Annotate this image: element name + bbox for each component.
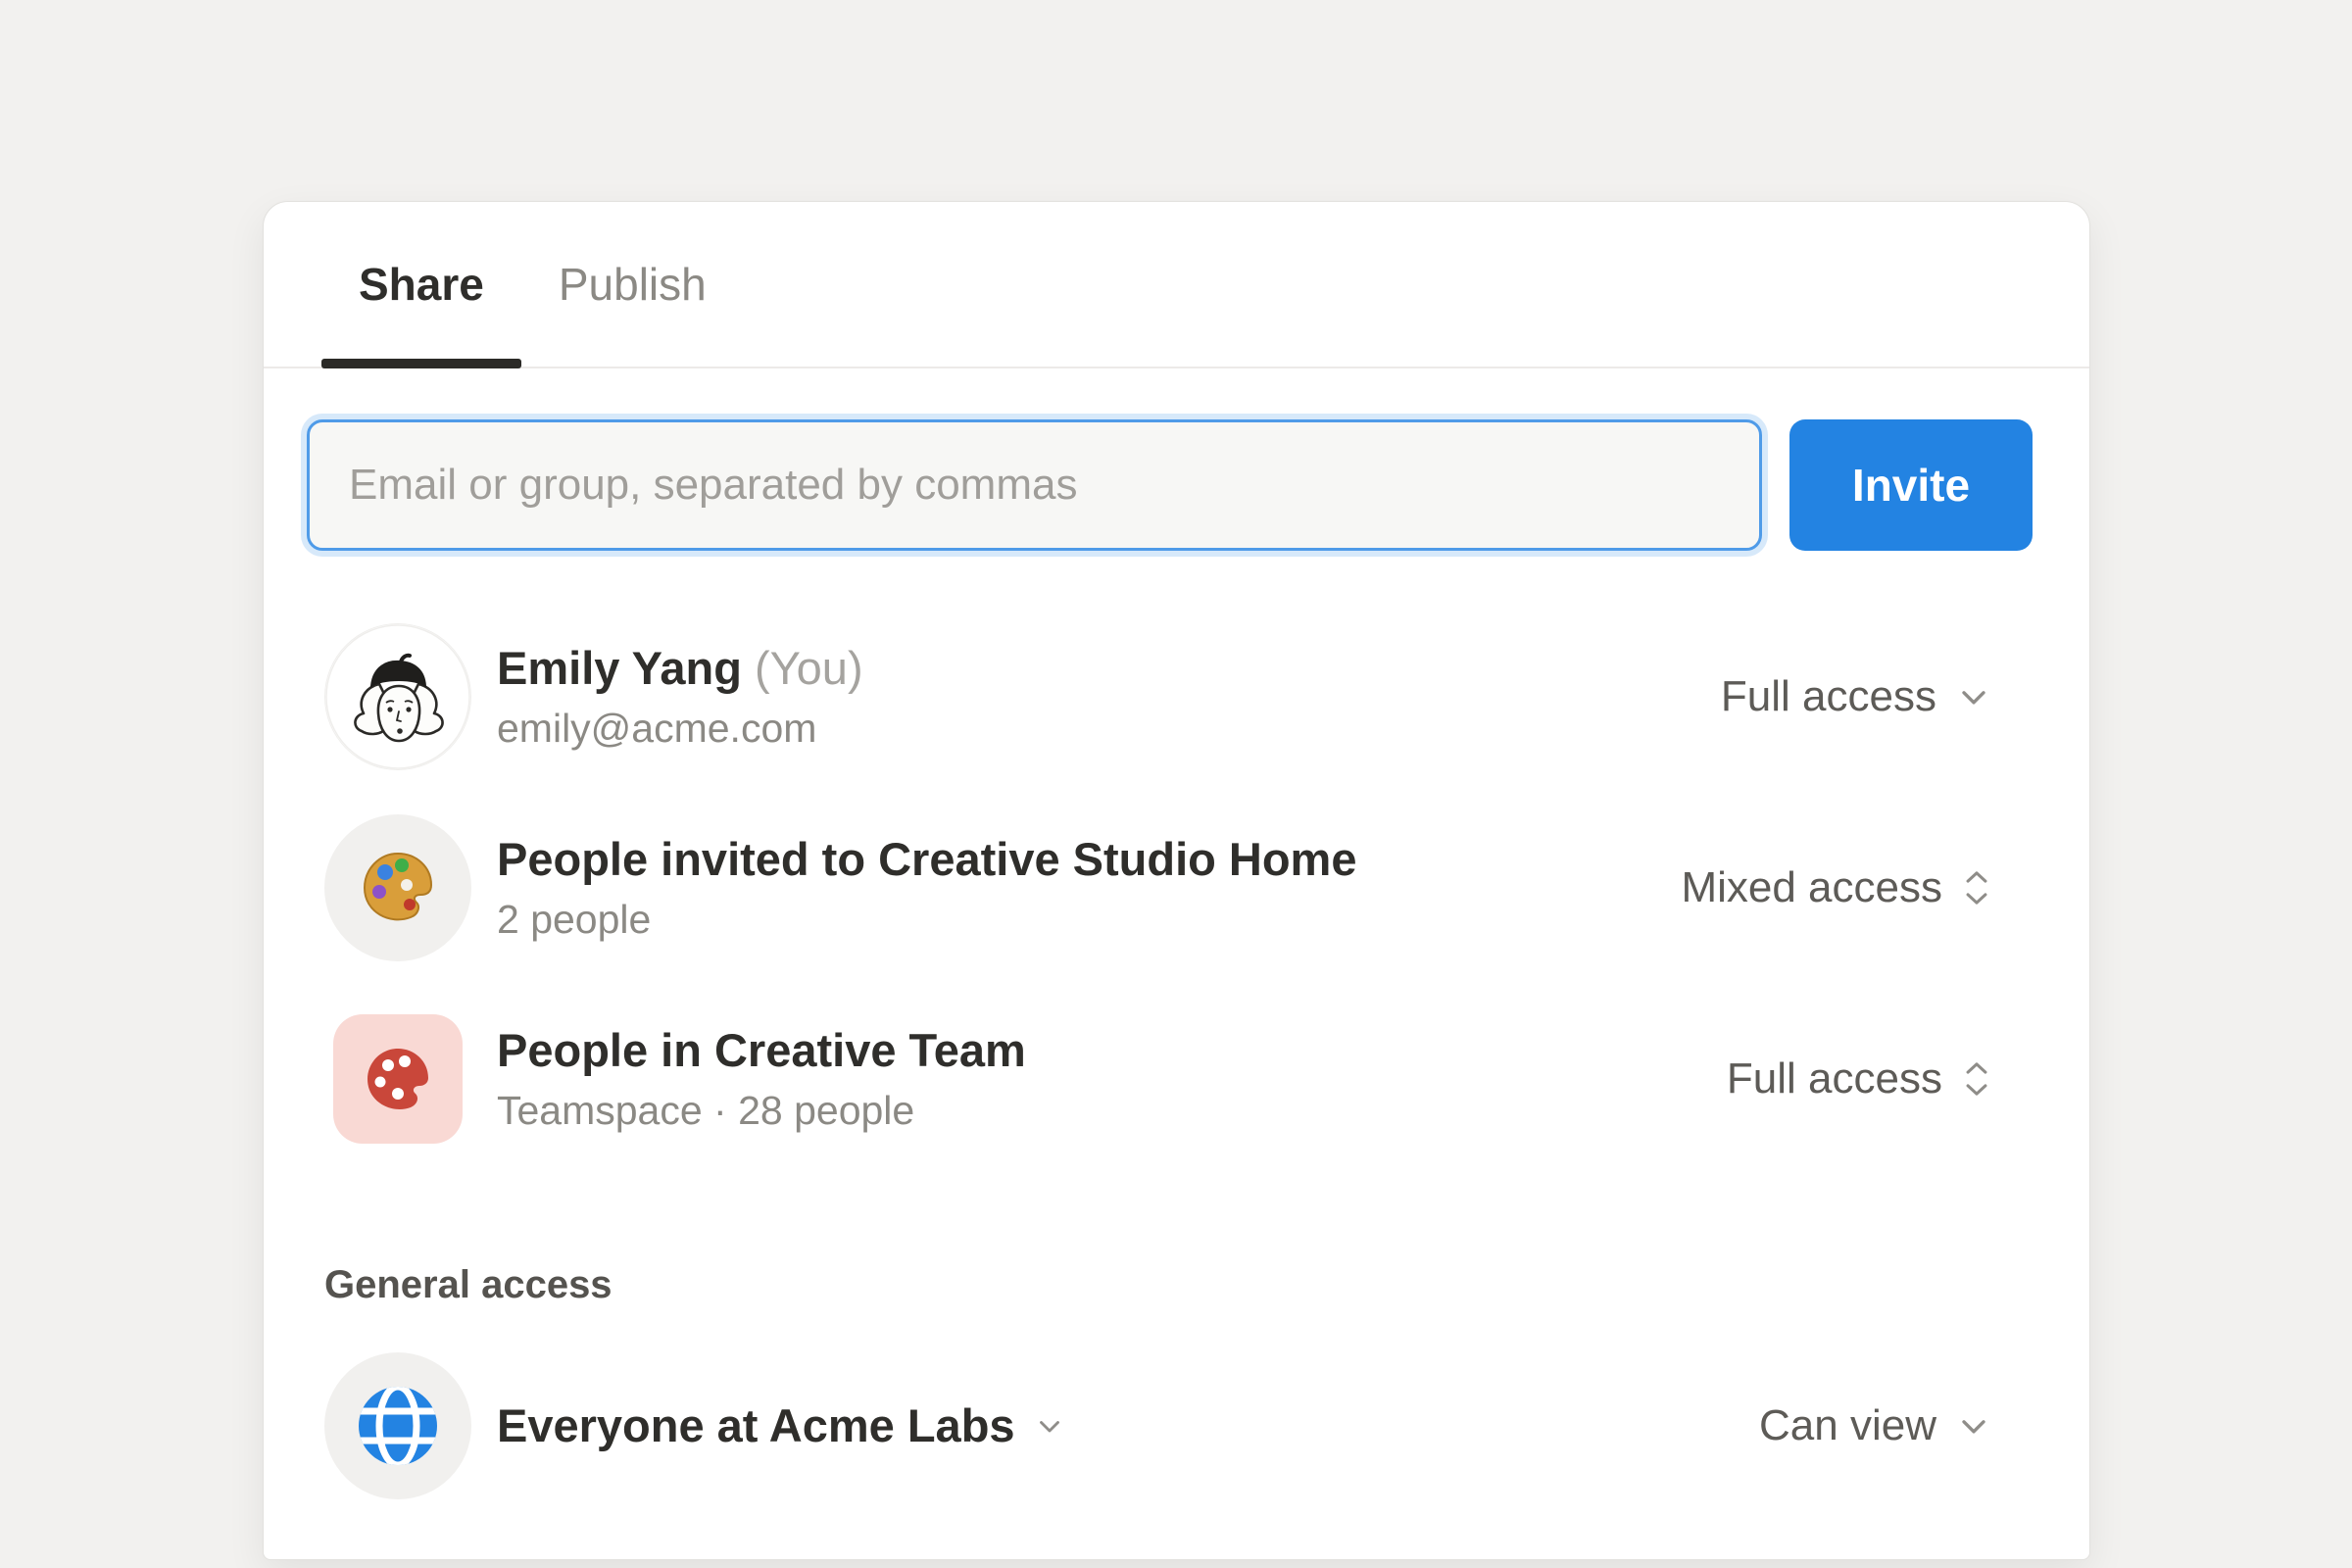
tab-share[interactable]: Share bbox=[321, 202, 521, 367]
globe-icon bbox=[351, 1379, 445, 1473]
member-email: emily@acme.com bbox=[497, 703, 863, 754]
member-row-emily: Emily Yang (You) emily@acme.com Full acc… bbox=[264, 606, 2089, 787]
member-name: People in Creative Team bbox=[497, 1022, 1026, 1079]
scope-dropdown[interactable]: Everyone at Acme Labs bbox=[497, 1397, 1066, 1454]
member-row-invited-group: People invited to Creative Studio Home 2… bbox=[264, 797, 2089, 978]
general-access-heading: General access bbox=[324, 1263, 1993, 1307]
email-input[interactable] bbox=[307, 419, 1762, 551]
chevron-up-down-icon bbox=[1960, 866, 1993, 909]
globe-avatar bbox=[324, 1352, 471, 1499]
tab-bar: Share Publish bbox=[264, 202, 2089, 368]
palette-emoji-avatar bbox=[324, 814, 471, 961]
chevron-down-icon bbox=[1033, 1409, 1066, 1443]
member-meta: Teamspace · 28 people bbox=[497, 1085, 1026, 1136]
member-name: People invited to Creative Studio Home bbox=[497, 831, 1357, 888]
access-dropdown-teamspace[interactable]: Full access bbox=[1727, 1054, 1993, 1103]
chevron-down-icon bbox=[1954, 677, 1993, 716]
member-list: Emily Yang (You) emily@acme.com Full acc… bbox=[264, 606, 2089, 1169]
tab-publish-label: Publish bbox=[559, 258, 707, 311]
member-row-teamspace: People in Creative Team Teamspace · 28 p… bbox=[264, 988, 2089, 1169]
invite-row: Invite bbox=[307, 419, 2033, 551]
access-dropdown-emily[interactable]: Full access bbox=[1721, 672, 1993, 721]
general-access-row: Everyone at Acme Labs Can view bbox=[264, 1335, 2089, 1516]
share-dialog: Share Publish Invite bbox=[263, 201, 2090, 1560]
person-doodle-avatar bbox=[324, 623, 471, 770]
red-palette-avatar bbox=[333, 1014, 463, 1144]
tab-share-label: Share bbox=[359, 258, 484, 311]
chevron-down-icon bbox=[1954, 1406, 1993, 1446]
access-dropdown-invited-group[interactable]: Mixed access bbox=[1681, 863, 1993, 912]
you-label: (You) bbox=[755, 642, 863, 694]
member-name: Emily Yang (You) bbox=[497, 640, 863, 697]
member-count: 2 people bbox=[497, 894, 1357, 945]
chevron-up-down-icon bbox=[1960, 1057, 1993, 1101]
invite-button[interactable]: Invite bbox=[1789, 419, 2033, 551]
tab-publish[interactable]: Publish bbox=[521, 202, 744, 367]
access-dropdown-general[interactable]: Can view bbox=[1759, 1401, 1993, 1450]
